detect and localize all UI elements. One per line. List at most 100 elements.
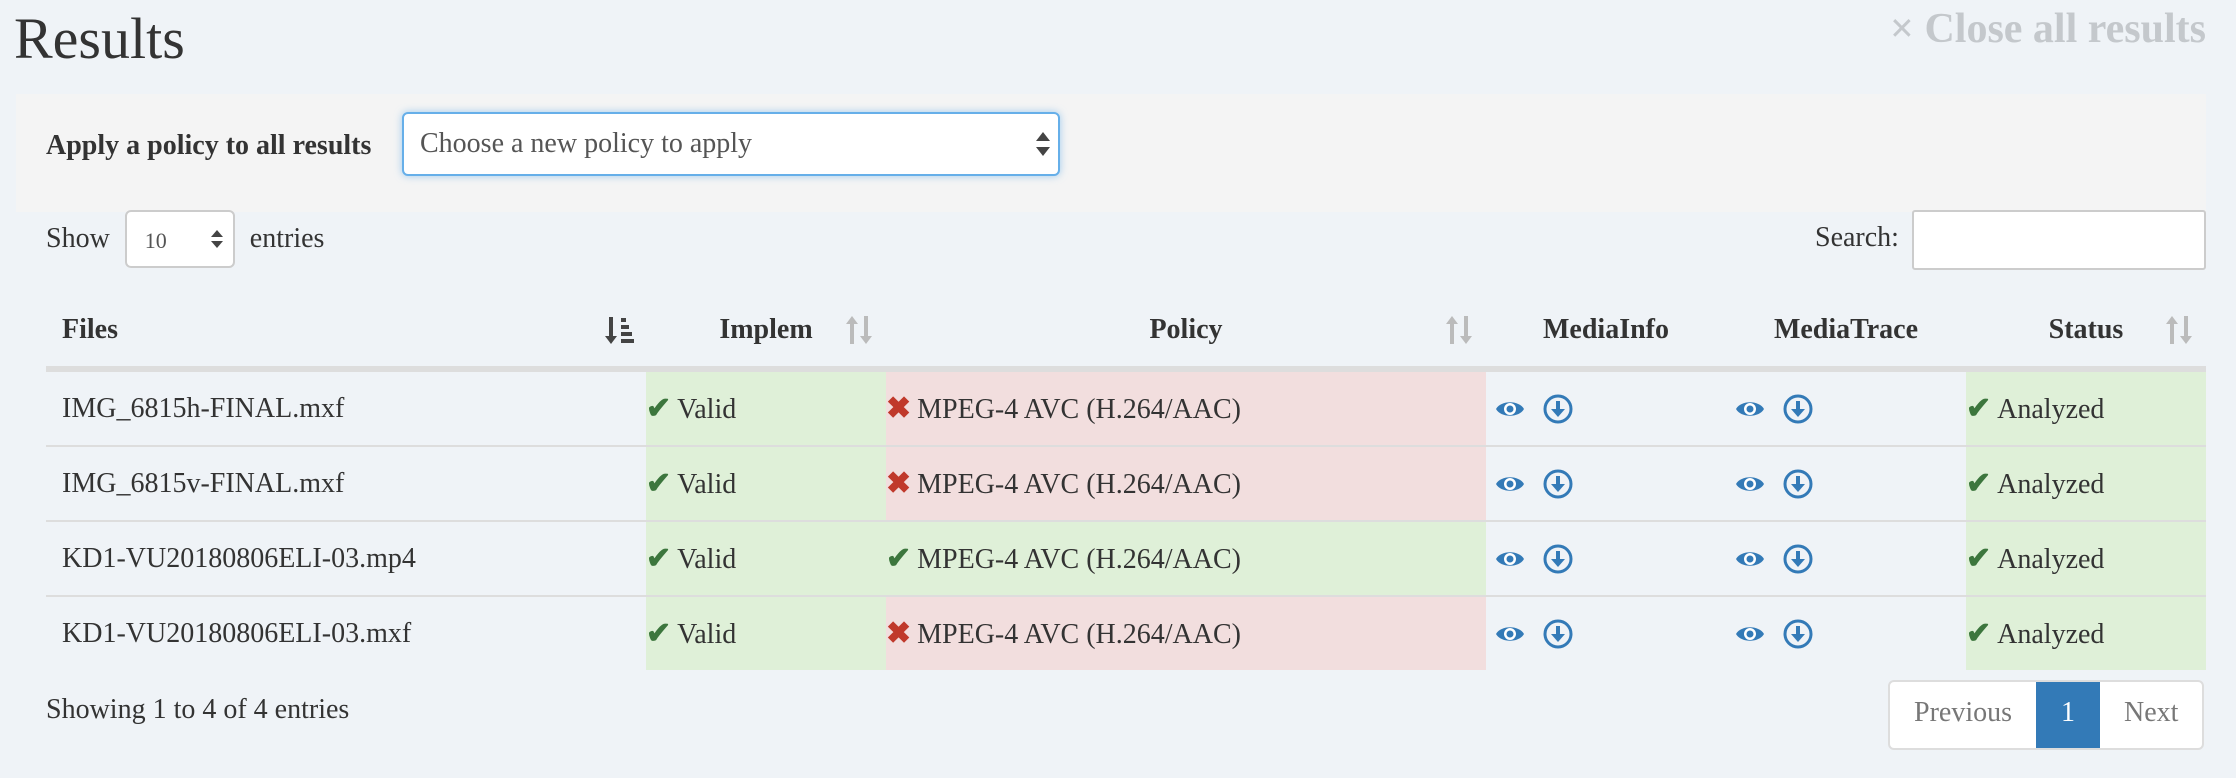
download-icon[interactable]	[1542, 468, 1574, 500]
status-text: Analyzed	[1997, 469, 2105, 500]
sort-icon	[2166, 316, 2192, 344]
eye-icon[interactable]	[1494, 543, 1526, 575]
policy-name: MPEG-4 AVC (H.264/AAC)	[917, 394, 1241, 425]
search-input[interactable]	[1912, 210, 2206, 270]
column-header-policy[interactable]: Policy	[886, 294, 1486, 372]
entries-label: entries	[249, 223, 325, 254]
file-name-cell[interactable]: IMG_6815h-FINAL.mxf	[46, 368, 646, 446]
status-cell: ✔ Analyzed	[1966, 368, 2206, 446]
download-icon[interactable]	[1782, 618, 1814, 650]
page-title: Results	[14, 6, 185, 71]
status-cell: ✔ Analyzed	[1966, 520, 2206, 596]
checkmark-icon: ✔	[1966, 467, 1992, 500]
checkmark-icon: ✔	[646, 392, 672, 425]
search-label: Search:	[1815, 222, 1899, 253]
checkmark-icon: ✔	[1966, 542, 1992, 575]
policy-name: MPEG-4 AVC (H.264/AAC)	[917, 469, 1241, 500]
file-name-cell[interactable]: KD1-VU20180806ELI-03.mp4	[46, 520, 646, 596]
eye-icon[interactable]	[1734, 468, 1766, 500]
select-arrows-icon	[1036, 130, 1050, 158]
policy-cell[interactable]: ✖ MPEG-4 AVC (H.264/AAC)	[886, 368, 1486, 446]
table-info: Showing 1 to 4 of 4 entries	[46, 694, 350, 725]
implem-cell[interactable]: ✔ Valid	[646, 368, 886, 446]
column-header-mediatrace: MediaTrace	[1726, 294, 1966, 372]
column-header-label: MediaTrace	[1773, 314, 1919, 345]
next-page-button[interactable]: Next	[2100, 682, 2202, 748]
implem-status: Valid	[677, 394, 737, 425]
pagination: Previous 1 Next	[1888, 680, 2205, 750]
checkmark-icon: ✔	[646, 467, 672, 500]
status-text: Analyzed	[1997, 544, 2105, 575]
file-name-cell[interactable]: KD1-VU20180806ELI-03.mxf	[46, 595, 646, 670]
close-all-results-button[interactable]: × Close all results	[1890, 4, 2206, 54]
checkmark-icon: ✔	[646, 617, 672, 650]
policy-cell[interactable]: ✖ MPEG-4 AVC (H.264/AAC)	[886, 445, 1486, 521]
page-1-button[interactable]: 1	[2036, 682, 2100, 748]
table-header-row: Files Implem Policy MediaInfo MediaTrace…	[46, 294, 2206, 372]
column-header-implem[interactable]: Implem	[646, 294, 886, 372]
cross-icon: ✖	[886, 467, 912, 500]
policy-select[interactable]: Choose a new policy to apply	[402, 112, 1060, 176]
select-arrows-icon	[210, 228, 223, 250]
column-header-label: Implem	[719, 314, 813, 345]
policy-name: MPEG-4 AVC (H.264/AAC)	[917, 619, 1241, 650]
checkmark-icon: ✔	[886, 542, 912, 575]
column-header-mediainfo: MediaInfo	[1486, 294, 1726, 372]
policy-bar: Apply a policy to all results Choose a n…	[16, 94, 2206, 212]
download-icon[interactable]	[1782, 468, 1814, 500]
policy-cell[interactable]: ✖ MPEG-4 AVC (H.264/AAC)	[886, 595, 1486, 670]
mediainfo-cell	[1486, 445, 1726, 521]
file-name-cell[interactable]: IMG_6815v-FINAL.mxf	[46, 445, 646, 521]
eye-icon[interactable]	[1494, 618, 1526, 650]
entries-length-select[interactable]: 10	[124, 210, 235, 268]
download-icon[interactable]	[1782, 393, 1814, 425]
download-icon[interactable]	[1542, 618, 1574, 650]
show-label: Show	[46, 223, 110, 254]
eye-icon[interactable]	[1734, 543, 1766, 575]
download-icon[interactable]	[1542, 393, 1574, 425]
mediatrace-cell	[1726, 368, 1966, 446]
cross-icon: ✖	[886, 392, 912, 425]
column-header-files[interactable]: Files	[46, 294, 646, 372]
table-row: KD1-VU20180806ELI-03.mp4 ✔ Valid ✔ MPEG-4 AV…	[46, 520, 2206, 596]
column-header-label: Policy	[1149, 314, 1223, 345]
status-cell: ✔ Analyzed	[1966, 595, 2206, 670]
implem-cell[interactable]: ✔ Valid	[646, 445, 886, 521]
entries-length-value: 10	[144, 227, 167, 253]
implem-status: Valid	[677, 469, 737, 500]
policy-select-value: Choose a new policy to apply	[420, 128, 753, 159]
sort-icon	[1446, 316, 1472, 344]
column-header-label: Status	[2048, 314, 2124, 345]
implem-status: Valid	[677, 544, 737, 575]
previous-page-button[interactable]: Previous	[1890, 682, 2036, 748]
mediatrace-cell	[1726, 520, 1966, 596]
download-icon[interactable]	[1542, 543, 1574, 575]
entries-length-control: Show 10 entries	[46, 210, 324, 268]
checkmark-icon: ✔	[1966, 617, 1992, 650]
implem-cell[interactable]: ✔ Valid	[646, 595, 886, 670]
eye-icon[interactable]	[1494, 393, 1526, 425]
implem-cell[interactable]: ✔ Valid	[646, 520, 886, 596]
table-row: IMG_6815v-FINAL.mxf ✔ Valid ✖ MPEG-4 AVC (H.…	[46, 445, 2206, 521]
sort-icon	[846, 316, 872, 344]
download-icon[interactable]	[1782, 543, 1814, 575]
checkmark-icon: ✔	[1966, 392, 1992, 425]
policy-label: Apply a policy to all results	[46, 130, 372, 161]
policy-name: MPEG-4 AVC (H.264/AAC)	[917, 544, 1241, 575]
results-table: Files Implem Policy MediaInfo MediaTrace…	[46, 294, 2206, 670]
column-header-label: Files	[62, 314, 118, 345]
policy-cell[interactable]: ✔ MPEG-4 AVC (H.264/AAC)	[886, 520, 1486, 596]
status-text: Analyzed	[1997, 394, 2105, 425]
eye-icon[interactable]	[1734, 618, 1766, 650]
implem-status: Valid	[677, 619, 737, 650]
mediainfo-cell	[1486, 595, 1726, 670]
eye-icon[interactable]	[1494, 468, 1526, 500]
sort-ascending-icon	[605, 317, 634, 344]
column-header-status[interactable]: Status	[1966, 294, 2206, 372]
column-header-label: MediaInfo	[1543, 314, 1669, 345]
cross-icon: ✖	[886, 617, 912, 650]
status-cell: ✔ Analyzed	[1966, 445, 2206, 521]
table-row: KD1-VU20180806ELI-03.mxf ✔ Valid ✖ MPEG-4 AV…	[46, 595, 2206, 670]
eye-icon[interactable]	[1734, 393, 1766, 425]
mediainfo-cell	[1486, 520, 1726, 596]
